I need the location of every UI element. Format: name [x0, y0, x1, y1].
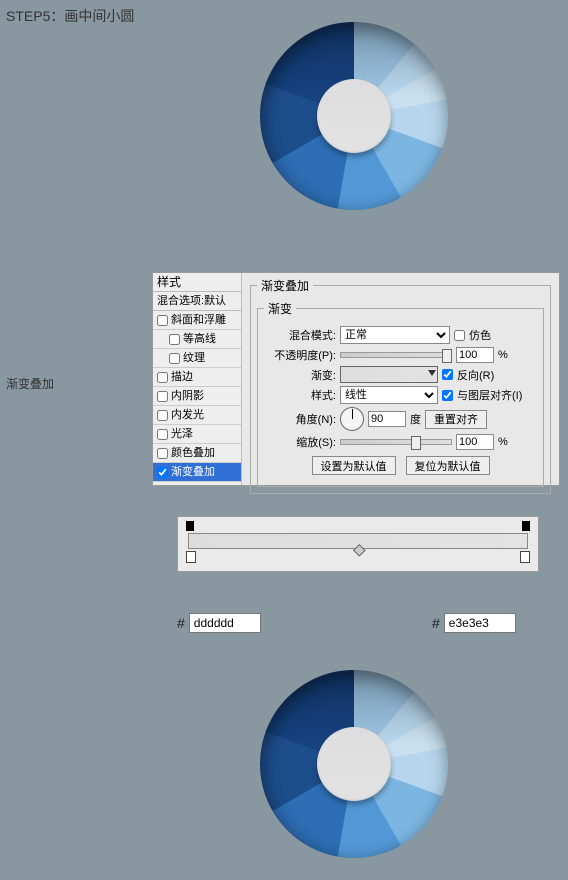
- style-item-gradient-overlay[interactable]: 渐变叠加: [153, 463, 241, 482]
- step-title: STEP5：画中间小圆: [6, 6, 134, 26]
- gradient-overlay-group: 渐变叠加 渐变 混合模式: 正常 仿色 不透明度(P): % 渐变:: [250, 277, 551, 494]
- style-item-stroke[interactable]: 描边: [153, 368, 241, 387]
- opacity-slider[interactable]: [340, 352, 452, 358]
- color-hex-input-2[interactable]: [444, 613, 516, 633]
- style-label: 内发光: [171, 406, 204, 424]
- blend-options-row[interactable]: 混合选项:默认: [153, 292, 241, 311]
- checkbox-gradient-overlay[interactable]: [157, 467, 168, 478]
- angle-dial[interactable]: [340, 407, 364, 431]
- dither-checkbox[interactable]: [454, 330, 465, 341]
- style-item-texture[interactable]: 纹理: [153, 349, 241, 368]
- style-label: 纹理: [183, 349, 205, 367]
- style-item-contour[interactable]: 等高线: [153, 330, 241, 349]
- layer-style-dialog: 样式 混合选项:默认 斜面和浮雕 等高线 纹理 描边 内阴影 内发光 光泽 颜色…: [152, 272, 560, 486]
- gradient-preview[interactable]: [340, 366, 438, 383]
- gradient-label: 渐变:: [264, 367, 336, 383]
- checkbox-satin[interactable]: [157, 429, 168, 440]
- opacity-stop-icon[interactable]: [186, 521, 194, 531]
- style-label: 内阴影: [171, 387, 204, 405]
- style-item-inner-shadow[interactable]: 内阴影: [153, 387, 241, 406]
- reset-default-button[interactable]: 复位为默认值: [406, 456, 490, 475]
- slider-thumb-icon[interactable]: [442, 349, 452, 363]
- set-default-button[interactable]: 设置为默认值: [312, 456, 396, 475]
- hash-icon: #: [177, 615, 185, 631]
- style-select[interactable]: 线性: [340, 386, 438, 404]
- checkbox-contour[interactable]: [169, 334, 180, 345]
- style-label: 光泽: [171, 425, 193, 443]
- reset-align-button[interactable]: 重置对齐: [425, 410, 487, 429]
- style-label: 斜面和浮雕: [171, 311, 226, 329]
- style-label: 等高线: [183, 330, 216, 348]
- style-item-bevel[interactable]: 斜面和浮雕: [153, 311, 241, 330]
- group-title: 渐变叠加: [257, 277, 313, 294]
- donut-inner: [317, 727, 391, 801]
- gradient-group: 渐变 混合模式: 正常 仿色 不透明度(P): % 渐变:: [257, 300, 544, 487]
- donut-inner: [317, 79, 391, 153]
- scale-unit: %: [498, 436, 508, 448]
- checkbox-inner-glow[interactable]: [157, 410, 168, 421]
- styles-column: 样式 混合选项:默认 斜面和浮雕 等高线 纹理 描边 内阴影 内发光 光泽 颜色…: [153, 273, 242, 485]
- align-label: 与图层对齐(I): [457, 387, 522, 403]
- angle-label: 角度(N):: [264, 411, 336, 427]
- styles-header: 样式: [153, 273, 241, 292]
- color-stop-icon[interactable]: [186, 551, 196, 563]
- checkbox-inner-shadow[interactable]: [157, 391, 168, 402]
- reverse-label: 反向(R): [457, 367, 494, 383]
- gradient-editor-strip[interactable]: [177, 516, 539, 572]
- style-item-color-overlay[interactable]: 颜色叠加: [153, 444, 241, 463]
- opacity-label: 不透明度(P):: [264, 347, 336, 363]
- dither-label: 仿色: [469, 327, 491, 343]
- scale-label: 缩放(S):: [264, 434, 336, 450]
- color-hex-group-1: #: [177, 613, 261, 633]
- hash-icon: #: [432, 615, 440, 631]
- checkbox-stroke[interactable]: [157, 372, 168, 383]
- slider-thumb-icon[interactable]: [411, 436, 421, 450]
- checkbox-texture[interactable]: [169, 353, 180, 364]
- style-label: 渐变叠加: [171, 463, 215, 481]
- style-label: 颜色叠加: [171, 444, 215, 462]
- inner-group-title: 渐变: [264, 300, 296, 317]
- side-label: 渐变叠加: [6, 375, 54, 392]
- angle-input[interactable]: [368, 411, 406, 427]
- color-hex-group-2: #: [432, 613, 516, 633]
- checkbox-color-overlay[interactable]: [157, 448, 168, 459]
- scale-input[interactable]: [456, 434, 494, 450]
- options-column: 渐变叠加 渐变 混合模式: 正常 仿色 不透明度(P): % 渐变:: [242, 273, 559, 485]
- color-hex-input-1[interactable]: [189, 613, 261, 633]
- opacity-stop-icon[interactable]: [522, 521, 530, 531]
- color-stop-icon[interactable]: [520, 551, 530, 563]
- opacity-input[interactable]: [456, 347, 494, 363]
- opacity-unit: %: [498, 349, 508, 361]
- style-label: 样式:: [264, 387, 336, 403]
- style-item-satin[interactable]: 光泽: [153, 425, 241, 444]
- donut-preview-bottom: [260, 670, 448, 858]
- blend-mode-select[interactable]: 正常: [340, 326, 450, 344]
- blend-mode-label: 混合模式:: [264, 327, 336, 343]
- donut-preview-top: [260, 22, 448, 210]
- checkbox-bevel[interactable]: [157, 315, 168, 326]
- reverse-checkbox[interactable]: [442, 369, 453, 380]
- angle-unit: 度: [410, 411, 421, 427]
- scale-slider[interactable]: [340, 439, 452, 445]
- style-label: 描边: [171, 368, 193, 386]
- style-item-inner-glow[interactable]: 内发光: [153, 406, 241, 425]
- align-checkbox[interactable]: [442, 390, 453, 401]
